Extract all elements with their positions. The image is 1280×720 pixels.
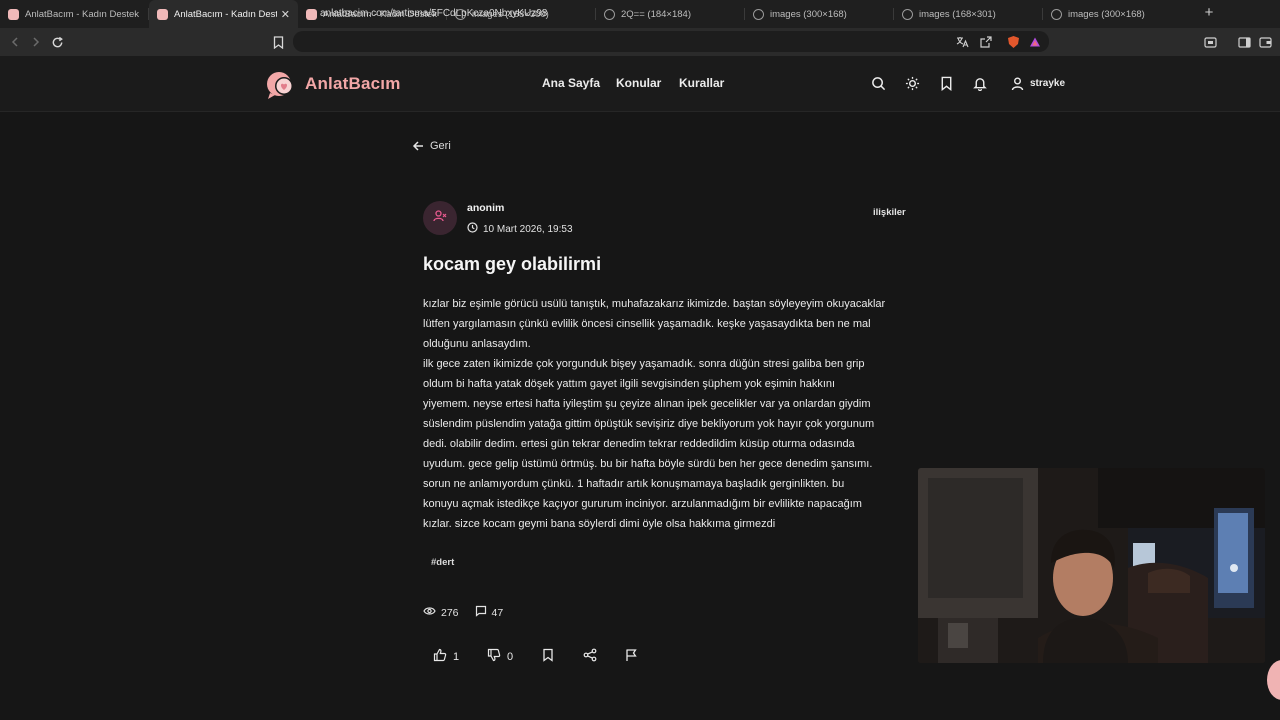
site-favicon-icon (306, 8, 317, 20)
nav-topics[interactable]: Konular (616, 76, 661, 90)
back-button[interactable]: Geri (412, 140, 451, 152)
post-body-line: süslendim püslendim yatağa gittim öpüştü… (423, 418, 875, 430)
flag-icon (625, 648, 638, 665)
share-page-icon[interactable] (977, 33, 995, 51)
eye-icon (423, 606, 436, 619)
floating-action-button[interactable] (1267, 660, 1280, 700)
post-body-line: uyudum. gece gelip üstümü örtmüş. bu bir… (423, 458, 873, 470)
post-stats: 276 47 (423, 605, 519, 620)
url-text: anlatbacim.com/tartisma/5FCdLpKcza0NbxyK… (320, 8, 548, 19)
tab-title: AnlatBacım - Kadın Destek (174, 8, 277, 20)
share-icon (583, 648, 597, 665)
sidebar-toggle-icon[interactable] (1235, 33, 1253, 51)
browser-toolbar (0, 28, 1280, 74)
like-count: 1 (453, 650, 460, 663)
bookmark-page-icon[interactable] (269, 33, 287, 51)
tab-title: images (300×168) (770, 8, 847, 20)
comments-count: 47 (491, 606, 504, 619)
comments-stat[interactable]: 47 (475, 605, 504, 620)
post-body-line: sorun ne anlamıyordum çünkü. 1 haftadır … (423, 478, 845, 490)
tab-title: images (300×168) (1068, 8, 1145, 20)
username[interactable]: strayke (1030, 78, 1065, 89)
globe-icon (1051, 8, 1062, 20)
anonymous-user-icon (433, 209, 447, 228)
thumbs-down-icon (487, 648, 501, 665)
reload-icon[interactable] (48, 33, 66, 51)
site-favicon-icon (157, 8, 168, 20)
report-button[interactable] (625, 648, 638, 665)
site-favicon-icon (8, 8, 19, 20)
theme-toggle-sun-icon[interactable] (905, 76, 921, 92)
nav-rules[interactable]: Kurallar (679, 76, 724, 90)
post-body-line: oldum bi hafta yatak döşek yattım gayet … (423, 378, 836, 390)
clock-icon (467, 222, 478, 236)
browser-tab-6[interactable]: images (300×168) (745, 0, 894, 28)
wallet-icon[interactable] (1256, 33, 1274, 51)
share-button[interactable] (583, 648, 597, 665)
bookmarks-icon[interactable] (940, 76, 956, 92)
views-stat: 276 (423, 606, 459, 619)
post-body: kızlar biz eşimle görücü usülü tanıştık,… (423, 294, 923, 534)
forward-arrow-icon[interactable] (27, 33, 45, 51)
tab-close-icon[interactable]: ✕ (281, 8, 290, 21)
post-title: kocam gey olabilirmi (423, 254, 602, 274)
tab-title: AnlatBacım - Kadın Destek Plat (25, 8, 141, 20)
address-bar[interactable] (293, 31, 1049, 52)
tab-title: images (168×301) (919, 8, 996, 20)
back-arrow-icon[interactable] (6, 33, 24, 51)
comment-icon (475, 605, 487, 620)
post-body-line: ilk gece zaten ikimizde çok yorgunduk bi… (423, 358, 865, 370)
media-icon[interactable] (1201, 33, 1219, 51)
search-icon[interactable] (871, 76, 887, 92)
brand-logo-icon[interactable] (265, 69, 297, 101)
author-name: anonim (467, 202, 505, 214)
post-body-line: kızlar. sizce kocam geymi bana söylerdi … (423, 518, 776, 530)
globe-icon (902, 8, 913, 20)
brave-rewards-icon[interactable] (1026, 33, 1044, 51)
new-tab-button[interactable]: + (1200, 4, 1218, 22)
views-count: 276 (441, 606, 459, 619)
post-body-line: konuyu açmak istedikçe kaçıyor gururum i… (423, 498, 862, 510)
thumbs-up-icon (433, 648, 447, 665)
browser-tab-2-active[interactable]: AnlatBacım - Kadın Destek ✕ (149, 0, 298, 28)
post-date-text: 10 Mart 2026, 19:53 (483, 223, 573, 235)
browser-tab-strip: AnlatBacım - Kadın Destek Plat AnlatBacı… (0, 0, 1280, 28)
dislike-button[interactable]: 0 (487, 648, 513, 665)
tag-chip[interactable]: #dert (423, 553, 462, 573)
post-body-line: yiyemem. neyse ertesi hafta iyileştim şu… (423, 398, 871, 410)
brave-shield-icon[interactable] (1004, 33, 1022, 51)
post-body-line: lütfen yargılamasın çünkü evlilik öncesi… (423, 318, 871, 330)
browser-tab-8[interactable]: images (300×168) (1043, 0, 1192, 28)
brand-name[interactable]: AnlatBacım (305, 74, 401, 94)
post-body-line: olduğunu anlasaydım. (423, 338, 531, 350)
back-label: Geri (430, 140, 451, 152)
translate-icon[interactable] (953, 33, 971, 51)
avatar (423, 201, 457, 235)
browser-tab-5[interactable]: 2Q== (184×184) (596, 0, 745, 28)
dislike-count: 0 (507, 650, 514, 663)
post-body-line: kızlar biz eşimle görücü usülü tanıştık,… (423, 298, 886, 310)
globe-icon (753, 8, 764, 20)
post-body-line: dedi. olabilir dedim. ertesi gün tekrar … (423, 438, 855, 450)
browser-tab-7[interactable]: images (168×301) (894, 0, 1043, 28)
arrow-left-icon (412, 140, 424, 152)
user-icon[interactable] (1011, 77, 1027, 93)
webcam-overlay (918, 468, 1265, 663)
tab-title: 2Q== (184×184) (621, 8, 691, 20)
like-button[interactable]: 1 (433, 648, 459, 665)
nav-home[interactable]: Ana Sayfa (542, 76, 600, 90)
post-date: 10 Mart 2026, 19:53 (467, 222, 573, 236)
globe-icon (604, 8, 615, 20)
save-post-button[interactable] (542, 648, 554, 665)
notifications-bell-icon[interactable] (973, 76, 989, 92)
category-label[interactable]: ilişkiler (873, 207, 906, 218)
bookmark-icon (542, 648, 554, 665)
browser-tab-1[interactable]: AnlatBacım - Kadın Destek Plat (0, 0, 149, 28)
